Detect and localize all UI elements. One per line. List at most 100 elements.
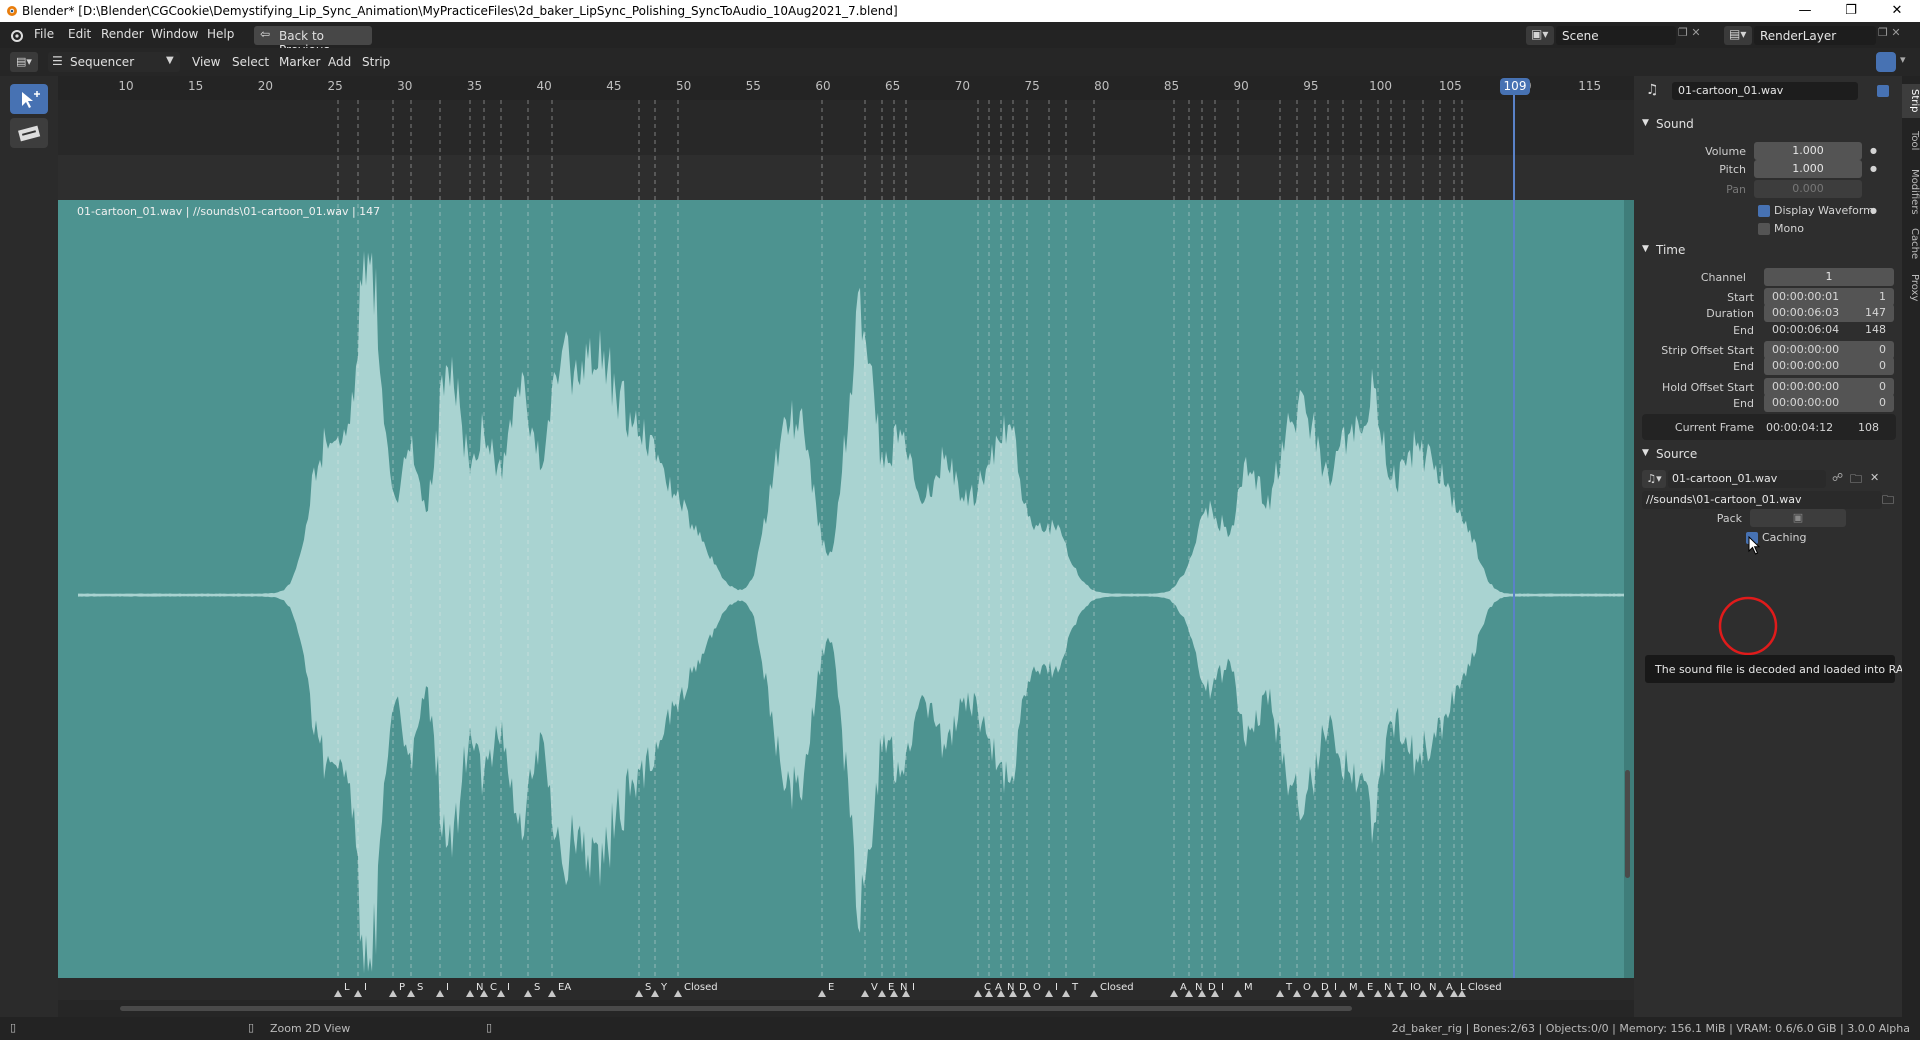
marker-triangle-icon[interactable] xyxy=(902,990,910,997)
fake-user-icon[interactable]: ☍ xyxy=(1832,471,1843,484)
marker-triangle-icon[interactable] xyxy=(1198,990,1206,997)
overlay-toggle-icon[interactable] xyxy=(1876,52,1896,72)
marker-triangle-icon[interactable] xyxy=(1234,990,1242,997)
marker-triangle-icon[interactable] xyxy=(1458,990,1466,997)
menu-file[interactable]: File xyxy=(34,27,54,41)
marker-triangle-icon[interactable] xyxy=(1450,990,1458,997)
pack-button[interactable]: ▣ xyxy=(1750,509,1846,527)
channel-field[interactable]: 1 xyxy=(1764,268,1894,286)
hold-offset-end-field[interactable]: 00:00:00:00 0 xyxy=(1764,394,1894,412)
strip-offset-end-field[interactable]: 00:00:00:00 0 xyxy=(1764,357,1894,375)
render-layer-field[interactable]: RenderLayer xyxy=(1754,26,1876,45)
pan-field[interactable]: 0.000 xyxy=(1754,180,1862,198)
marker-triangle-icon[interactable] xyxy=(1009,990,1017,997)
source-panel-header[interactable]: ▼ Source xyxy=(1640,444,1896,466)
marker-triangle-icon[interactable] xyxy=(1387,990,1395,997)
marker-triangle-icon[interactable] xyxy=(1339,990,1347,997)
blender-menu-icon[interactable] xyxy=(9,28,23,42)
marker-triangle-icon[interactable] xyxy=(1062,990,1070,997)
marker-triangle-icon[interactable] xyxy=(1419,990,1427,997)
marker-triangle-icon[interactable] xyxy=(1276,990,1284,997)
marker-triangle-icon[interactable] xyxy=(497,990,505,997)
menu-marker[interactable]: Marker xyxy=(279,55,320,69)
marker-triangle-icon[interactable] xyxy=(818,990,826,997)
waveform-keyframe-icon[interactable]: ● xyxy=(1870,206,1877,215)
tab-strip[interactable]: Strip xyxy=(1902,84,1920,118)
sound-browse-icon[interactable]: ♫▾ xyxy=(1642,470,1666,488)
time-panel-header[interactable]: ▼ Time xyxy=(1640,240,1896,262)
menu-help[interactable]: Help xyxy=(207,27,234,41)
marker-triangle-icon[interactable] xyxy=(861,990,869,997)
overlay-dropdown-icon[interactable]: ▾ xyxy=(1900,53,1906,66)
menu-render[interactable]: Render xyxy=(101,27,144,41)
marker-triangle-icon[interactable] xyxy=(407,990,415,997)
tab-modifiers[interactable]: Modifiers xyxy=(1902,166,1920,218)
unlink-icon[interactable]: ✕ xyxy=(1870,471,1879,484)
renderlayer-actions-icon[interactable]: ❐ ✕ xyxy=(1878,26,1918,45)
marker-triangle-icon[interactable] xyxy=(524,990,532,997)
marker-triangle-icon[interactable] xyxy=(389,990,397,997)
marker-triangle-icon[interactable] xyxy=(1436,990,1444,997)
select-tool-icon[interactable] xyxy=(10,84,48,114)
marker-triangle-icon[interactable] xyxy=(1357,990,1365,997)
menu-window[interactable]: Window xyxy=(151,27,198,41)
marker-triangle-icon[interactable] xyxy=(480,990,488,997)
pitch-field[interactable]: 1.000 xyxy=(1754,160,1862,178)
volume-keyframe-icon[interactable]: ● xyxy=(1870,146,1877,155)
mono-checkbox[interactable] xyxy=(1758,223,1770,235)
playhead-line[interactable] xyxy=(1513,95,1515,1000)
marker-triangle-icon[interactable] xyxy=(1311,990,1319,997)
scene-field[interactable]: Scene xyxy=(1556,26,1676,45)
marker-triangle-icon[interactable] xyxy=(436,990,444,997)
maximize-icon[interactable]: ❐ xyxy=(1828,0,1874,22)
close-window-icon[interactable]: ✕ xyxy=(1874,0,1920,22)
scene-browse-icon[interactable]: ▣▾ xyxy=(1526,26,1554,45)
minimize-icon[interactable]: — xyxy=(1782,0,1828,22)
marker-triangle-icon[interactable] xyxy=(1185,990,1193,997)
marker-triangle-icon[interactable] xyxy=(674,990,682,997)
browse-file-icon[interactable]: 🗀 xyxy=(1882,491,1894,512)
current-frame-indicator[interactable]: 109 xyxy=(1500,78,1530,95)
marker-triangle-icon[interactable] xyxy=(466,990,474,997)
strip-name-field[interactable]: 01-cartoon_01.wav xyxy=(1672,82,1858,100)
vertical-scrollbar-thumb[interactable] xyxy=(1625,770,1630,878)
marker-triangle-icon[interactable] xyxy=(997,990,1005,997)
blade-tool-icon[interactable] xyxy=(10,118,48,148)
tab-tool[interactable]: Tool xyxy=(1902,126,1920,156)
volume-field[interactable]: 1.000 xyxy=(1754,142,1862,160)
view-type-dropdown[interactable]: ☰ Sequencer ▼ xyxy=(48,52,180,72)
marker-triangle-icon[interactable] xyxy=(651,990,659,997)
pitch-keyframe-icon[interactable]: ● xyxy=(1870,164,1877,173)
tab-cache[interactable]: Cache xyxy=(1902,226,1920,262)
marker-triangle-icon[interactable] xyxy=(878,990,886,997)
marker-triangle-icon[interactable] xyxy=(1090,990,1098,997)
marker-triangle-icon[interactable] xyxy=(1023,990,1031,997)
timeline-ruler[interactable]: 10 15 20 25 30 35 40 45 50 55 60 65 70 75 80 85 90 95 100 1… xyxy=(58,76,1634,100)
marker-triangle-icon[interactable] xyxy=(1045,990,1053,997)
marker-row[interactable]: L I P S I N C I S EA S Y Closed E V E N I C A N D O I T Closed A N D… xyxy=(58,978,1634,1000)
open-file-icon[interactable]: 🗀 xyxy=(1850,470,1862,491)
marker-triangle-icon[interactable] xyxy=(354,990,362,997)
menu-add[interactable]: Add xyxy=(328,55,351,69)
menu-select[interactable]: Select xyxy=(232,55,269,69)
back-to-previous-button[interactable]: ⇦ Back to Previous xyxy=(254,26,372,57)
scrollbar-thumb[interactable] xyxy=(120,1006,1352,1011)
duration-field[interactable]: 00:00:06:03 147 xyxy=(1764,304,1894,322)
tab-proxy[interactable]: Proxy xyxy=(1902,270,1920,306)
marker-triangle-icon[interactable] xyxy=(1374,990,1382,997)
menu-view[interactable]: View xyxy=(192,55,220,69)
marker-triangle-icon[interactable] xyxy=(1400,990,1408,997)
strip-enabled-checkbox[interactable] xyxy=(1877,85,1889,97)
menu-edit[interactable]: Edit xyxy=(68,27,91,41)
marker-triangle-icon[interactable] xyxy=(548,990,556,997)
editor-type-icon[interactable]: ▤▾ xyxy=(10,52,38,72)
marker-triangle-icon[interactable] xyxy=(1211,990,1219,997)
viewlayer-browse-icon[interactable]: ▤▾ xyxy=(1724,26,1752,45)
sound-panel-header[interactable]: ▼ Sound xyxy=(1640,114,1896,136)
menu-strip[interactable]: Strip xyxy=(362,55,390,69)
marker-triangle-icon[interactable] xyxy=(1170,990,1178,997)
scene-actions-icon[interactable]: ❐ ✕ xyxy=(1678,26,1718,45)
sound-datablock-field[interactable]: 01-cartoon_01.wav xyxy=(1668,470,1826,488)
marker-triangle-icon[interactable] xyxy=(974,990,982,997)
marker-triangle-icon[interactable] xyxy=(890,990,898,997)
